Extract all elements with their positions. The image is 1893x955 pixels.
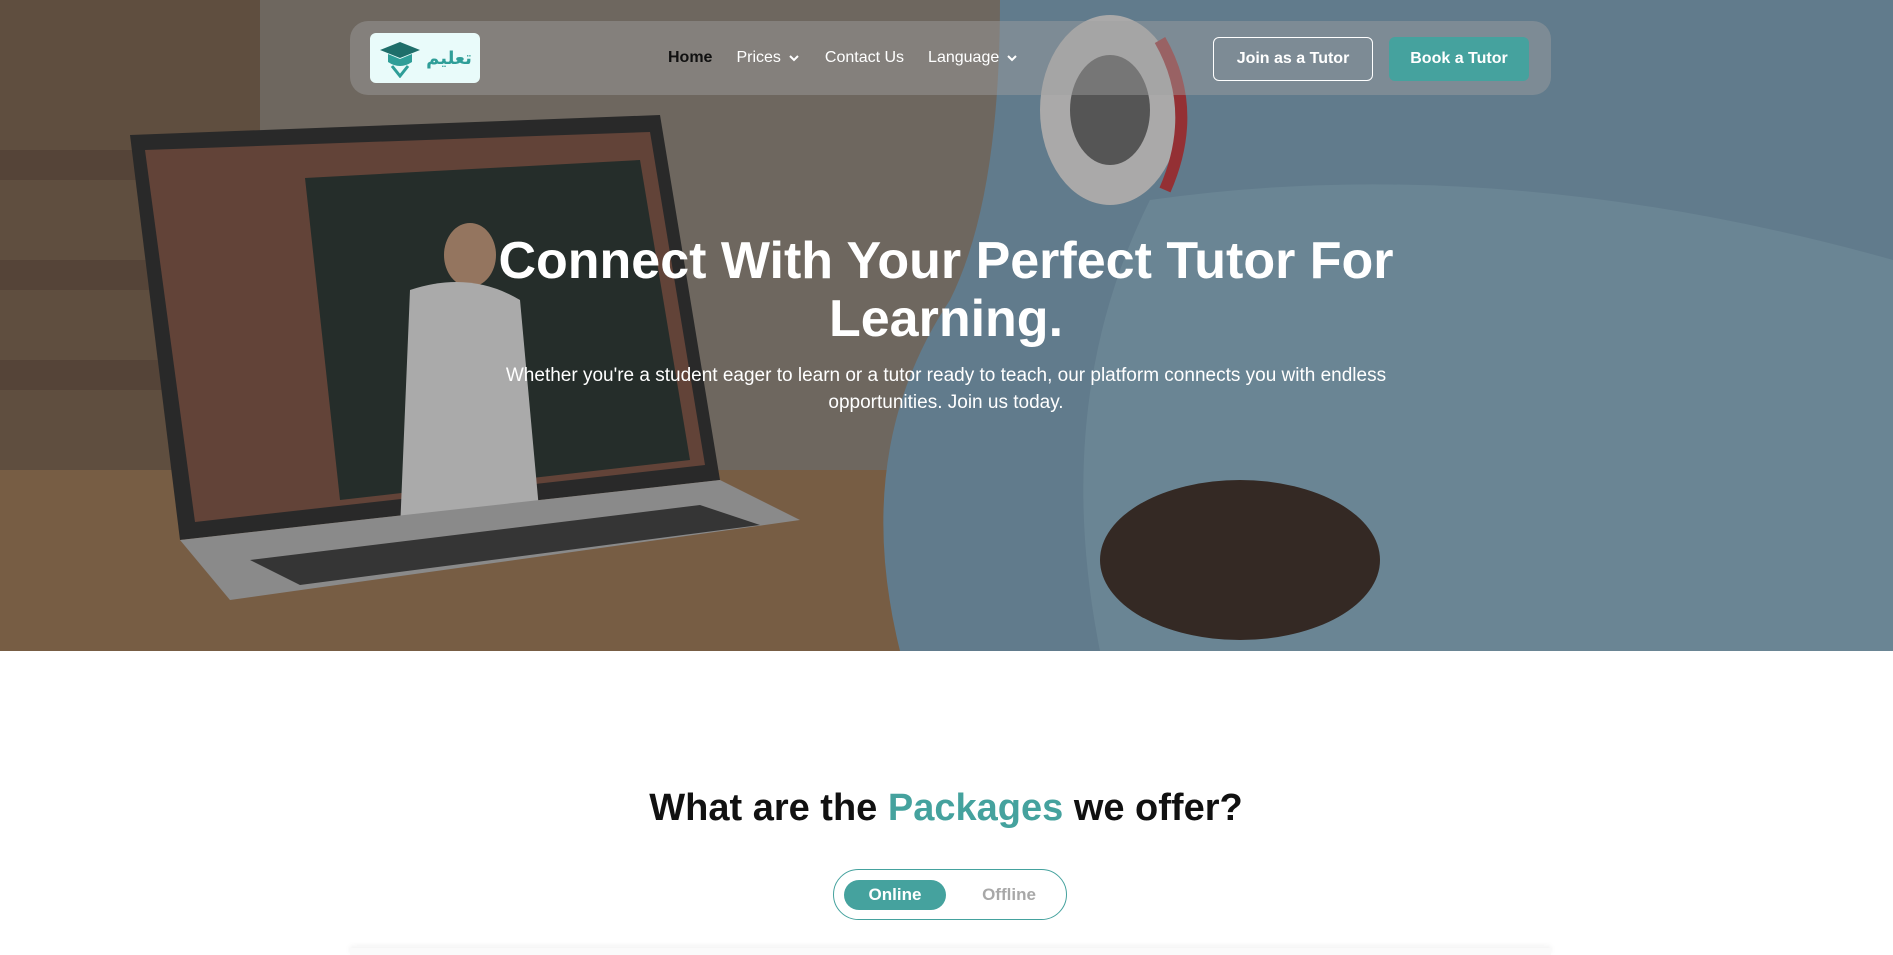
nav-contact-us[interactable]: Contact Us	[825, 49, 904, 67]
site-logo[interactable]: تعليم	[370, 33, 480, 83]
nav-links: Home Prices Contact Us Language	[668, 21, 1019, 95]
join-as-tutor-button[interactable]: Join as a Tutor	[1213, 37, 1373, 81]
nav-prices[interactable]: Prices	[736, 49, 800, 67]
hero-subtitle-line2: opportunities. Join us today.	[828, 392, 1064, 413]
hero-title-line2: Learning.	[828, 290, 1064, 348]
nav-home-label: Home	[668, 49, 713, 66]
chevron-down-icon	[1007, 55, 1017, 62]
hero-title: Connect With Your Perfect Tutor For Lear…	[446, 232, 1446, 348]
book-tutor-button[interactable]: Book a Tutor	[1389, 37, 1529, 81]
packages-title-accent: Packages	[887, 787, 1064, 829]
packages-card-top-edge	[350, 948, 1551, 955]
packages-title: What are the Packages we offer?	[446, 787, 1446, 830]
logo-text: تعليم	[426, 47, 472, 69]
nav-language[interactable]: Language	[928, 49, 1019, 67]
hero-subtitle-line1: Whether you're a student eager to learn …	[505, 365, 1387, 386]
nav-home[interactable]: Home	[668, 49, 712, 67]
chevron-down-icon	[789, 55, 799, 62]
nav-language-label: Language	[928, 49, 1000, 66]
toggle-online[interactable]: Online	[844, 880, 946, 910]
nav-prices-label: Prices	[736, 49, 781, 66]
packages-title-after: we offer?	[1073, 787, 1243, 829]
online-offline-toggle: Online Offline	[833, 869, 1067, 920]
nav-contact-label: Contact Us	[824, 49, 905, 66]
hero-subtitle: Whether you're a student eager to learn …	[446, 362, 1446, 416]
top-navbar: تعليم Home Prices Contact Us Language Jo…	[350, 21, 1551, 95]
packages-title-before: What are the	[649, 787, 878, 829]
toggle-offline[interactable]: Offline	[958, 880, 1060, 910]
graduation-cap-icon	[380, 42, 421, 78]
hero-title-line1: Connect With Your Perfect Tutor For	[498, 232, 1394, 290]
hero-section: تعليم Home Prices Contact Us Language Jo…	[0, 0, 1893, 651]
